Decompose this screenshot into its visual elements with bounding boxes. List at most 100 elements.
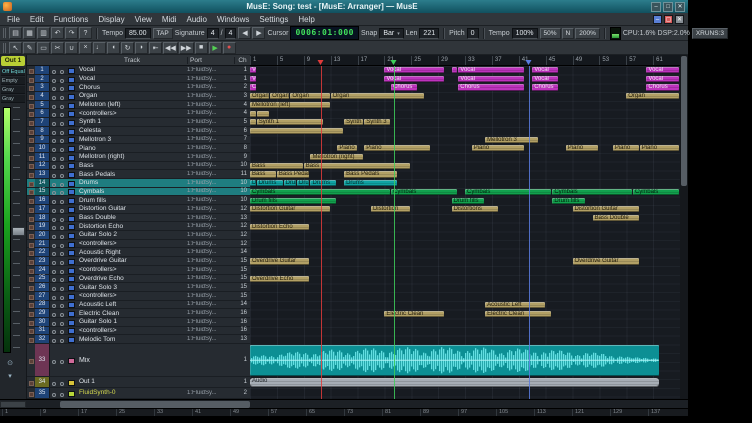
part[interactable]: Cymbals [552,189,632,195]
menu-help[interactable]: Help [293,15,319,24]
track-port[interactable]: 1:FluidSy... [187,84,234,90]
track-port[interactable]: 1:FluidSy... [187,267,234,273]
part[interactable]: Vocal [384,76,443,82]
channel-column-header[interactable]: Ch [234,57,250,64]
solo-indicator[interactable] [60,339,64,343]
open-icon[interactable]: ▦ [23,27,36,39]
track-port[interactable]: 1:FluidSy... [187,293,234,299]
prev-marker-icon[interactable]: ◀ [238,27,251,39]
snap-select[interactable]: Bar [379,28,403,39]
track-channel[interactable]: 6 [234,128,250,134]
whats-this-icon[interactable]: ? [79,27,92,39]
vertical-scrollbar[interactable] [680,55,688,399]
loop-icon[interactable]: ↻ [121,42,134,54]
punch-in-icon[interactable]: ◖ [107,42,120,54]
part[interactable]: Vocal [646,67,679,73]
output-route-button[interactable]: Out 1 [1,56,25,66]
pencil-tool-icon[interactable]: ✎ [23,42,36,54]
track-channel[interactable]: 1 [234,357,250,363]
part[interactable]: Drums [310,180,336,186]
part[interactable]: Drum [284,180,296,186]
global-tempo-value[interactable]: 100% [512,28,538,39]
track-channel[interactable]: 12 [234,241,250,247]
track-port[interactable]: 1:FluidSy... [187,93,234,99]
part[interactable]: Drum [297,180,309,186]
tempo-200-button[interactable]: 200% [575,28,600,39]
track-channel[interactable]: 1 [234,76,250,82]
signature-numerator[interactable]: 4 [207,28,219,39]
mdi-minimize-icon[interactable]: – [653,15,662,24]
tempo-normal-button[interactable]: N [562,28,575,39]
mute-indicator[interactable] [52,393,56,397]
part[interactable]: Vocal [646,76,679,82]
vertical-scrollbar-thumb[interactable] [681,56,687,186]
strip-item[interactable]: Off Equal [1,68,25,76]
part[interactable]: Distortions [452,206,498,212]
close-button[interactable]: ✕ [675,2,685,12]
track-channel[interactable]: 15 [234,284,250,290]
track-port[interactable]: 1:FluidSy... [187,390,234,396]
part[interactable]: Organ [270,93,289,99]
part[interactable]: Piano [472,145,525,151]
part[interactable]: Synth 3 [364,119,390,125]
scrollbar-corner-button[interactable] [0,401,26,408]
track-port[interactable]: 1:FluidSy... [187,197,234,203]
part[interactable]: Mellotron (right) [310,154,363,160]
track-column-header[interactable]: Track [77,57,187,64]
track-channel[interactable]: 10 [234,162,250,168]
toolbar-grip[interactable] [3,43,7,53]
strip-item[interactable]: Gray [1,86,25,94]
part[interactable]: Audio [250,378,659,386]
part[interactable]: Ch [250,84,256,90]
track-channel[interactable]: 16 [234,327,250,333]
track-channel[interactable]: 10 [234,197,250,203]
part[interactable] [250,128,343,134]
left-loop-marker-flag[interactable] [391,60,397,65]
track-port[interactable]: 1:FluidSy... [187,206,234,212]
timeline-ruler[interactable]: 15913172125293337414549535761 [250,55,680,66]
menu-edit[interactable]: Edit [25,15,49,24]
arranger-canvas[interactable]: VoVocalVocalVocalVocalVoVocalVocalVocalV… [250,66,680,399]
track-channel[interactable]: 12 [234,232,250,238]
part[interactable]: Vo [250,67,256,73]
part[interactable]: Acoustic Left [485,302,544,308]
track-port[interactable]: 1:FluidSy... [187,154,234,160]
track-channel[interactable]: 15 [234,275,250,281]
part[interactable]: Bass [250,171,276,177]
part[interactable]: Bass [250,163,303,169]
strip-item[interactable]: Gray [1,95,25,103]
part[interactable]: Vo [250,76,256,82]
track-port[interactable]: 1:FluidSy... [187,327,234,333]
track-port[interactable]: 1:FluidSy... [187,128,234,134]
menu-audio[interactable]: Audio [181,15,211,24]
track-port[interactable]: 1:FluidSy... [187,102,234,108]
punch-out-icon[interactable]: ◗ [135,42,148,54]
part[interactable]: Piano [337,145,356,151]
part[interactable]: Mellotron (left) [250,102,330,108]
record-arm-indicator[interactable] [29,359,34,364]
track-channel[interactable]: 4 [234,110,250,116]
track-row[interactable]: 32Melodic Tom1:FluidSy...13 [27,335,250,344]
track-channel[interactable]: 1 [234,67,250,73]
part[interactable] [250,111,256,117]
power-icon[interactable]: ⊙ [4,359,16,369]
record-arm-indicator[interactable] [29,392,34,397]
track-channel[interactable]: 16 [234,310,250,316]
horizontal-scrollbar-thumb[interactable] [60,401,250,408]
pitch-value[interactable]: 0 [467,28,479,39]
track-channel[interactable]: 11 [234,171,250,177]
new-song-icon[interactable]: ▤ [9,27,22,39]
track-port[interactable]: 1:FluidSy... [187,67,234,73]
mute-indicator[interactable] [52,360,56,364]
metronome-icon[interactable]: ♩ [93,42,106,54]
track-channel[interactable]: 12 [234,206,250,212]
part[interactable]: Drum fills [250,198,336,204]
mdi-restore-icon[interactable]: ▢ [664,15,673,24]
track-port[interactable]: 1:FluidSy... [187,188,234,194]
part[interactable]: Drum [250,180,256,186]
part[interactable]: Cymbals [391,189,457,195]
part[interactable] [250,345,659,376]
part[interactable]: Drum fills [452,198,485,204]
track-channel[interactable]: 2 [234,390,250,396]
track-port[interactable]: 1:FluidSy... [187,241,234,247]
